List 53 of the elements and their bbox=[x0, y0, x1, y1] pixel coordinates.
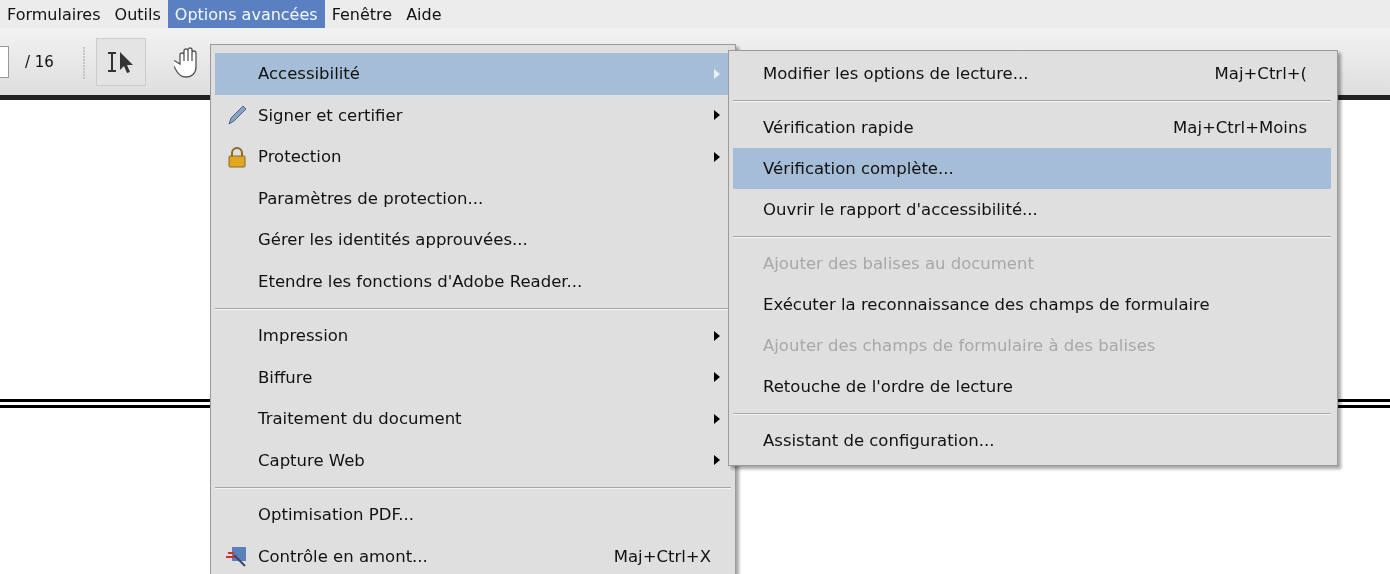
menu-bar-item[interactable]: Outils bbox=[107, 0, 168, 28]
menu-item[interactable]: Impression bbox=[215, 315, 731, 357]
menu-item-label: Paramètres de protection... bbox=[258, 188, 485, 208]
menu-bar-item[interactable]: Fenêtre bbox=[324, 0, 400, 28]
menu-bar-item[interactable]: Formulaires bbox=[0, 0, 108, 28]
menu-item-label: Capture Web bbox=[258, 450, 366, 470]
menu-item-label: Optimisation PDF... bbox=[258, 505, 415, 525]
menu-item-label: Exécuter la reconnaissance des champs de formulaire bbox=[762, 295, 1211, 314]
page-count: / 16 bbox=[25, 52, 54, 71]
menu-item[interactable]: Gérer les identités approuvées... bbox=[215, 219, 731, 261]
menu-bar-item[interactable]: Options avancées bbox=[167, 0, 325, 28]
menu-item[interactable]: Exécuter la reconnaissance des champs de formulaire bbox=[733, 284, 1331, 325]
menu-item[interactable]: Capture Web bbox=[215, 439, 731, 481]
shortcut-label: Maj+Ctrl+( bbox=[1214, 64, 1308, 83]
menu-item[interactable]: Paramètres de protection... bbox=[215, 177, 731, 219]
menu-bar-item[interactable]: Aide bbox=[399, 0, 449, 28]
menu-item[interactable]: Assistant de configuration... bbox=[733, 420, 1331, 461]
lock-icon bbox=[225, 145, 248, 168]
menu-item-label: Etendre les fonctions d'Adobe Reader... bbox=[258, 271, 584, 291]
page-number-field[interactable] bbox=[0, 45, 9, 78]
toolbar-grip-icon bbox=[81, 44, 86, 79]
menu-item-label: Assistant de configuration... bbox=[762, 431, 996, 450]
menu-item-label: Ouvrir le rapport d'accessibilité... bbox=[762, 200, 1039, 219]
menu-item[interactable]: Contrôle en amont... Maj+Ctrl+X bbox=[215, 535, 731, 574]
shortcut-label: Maj+Ctrl+Moins bbox=[1173, 118, 1308, 137]
menu-item-label: Signer et certifier bbox=[258, 105, 404, 125]
menu-item-label: Protection bbox=[258, 147, 343, 167]
select-tool-button[interactable] bbox=[95, 37, 146, 86]
preflight-icon bbox=[224, 545, 249, 568]
menu-item-label: Impression bbox=[258, 326, 350, 346]
menu-item-label: Retouche de l'ordre de lecture bbox=[762, 377, 1014, 396]
menu-item[interactable]: Protection bbox=[215, 136, 731, 178]
menu-item[interactable]: Optimisation PDF... bbox=[215, 494, 731, 536]
menu-item[interactable]: Ouvrir le rapport d'accessibilité... bbox=[733, 189, 1331, 230]
menu-item-label: Modifier les options de lecture... bbox=[762, 64, 1030, 83]
menu-item[interactable]: Vérification rapide Maj+Ctrl+Moins bbox=[733, 107, 1331, 148]
menu-item[interactable]: Biffure bbox=[215, 356, 731, 398]
pen-icon bbox=[225, 104, 248, 127]
menu-item[interactable]: Vérification complète... bbox=[733, 148, 1331, 189]
menu-item-label: Vérification rapide bbox=[762, 118, 915, 137]
menu-item[interactable]: Etendre les fonctions d'Adobe Reader... bbox=[215, 260, 731, 302]
menu-item-label: Contrôle en amont... bbox=[258, 546, 429, 566]
menu-item-label: Vérification complète... bbox=[762, 159, 955, 178]
menu-item-label: Biffure bbox=[258, 367, 314, 387]
menu-item[interactable]: Signer et certifier bbox=[215, 94, 731, 136]
menu-item[interactable]: Retouche de l'ordre de lecture bbox=[733, 366, 1331, 407]
menu-item-label: Accessibilité bbox=[258, 64, 361, 84]
menu-item-label: Gérer les identités approuvées... bbox=[258, 230, 529, 250]
menu-item[interactable]: Traitement du document bbox=[215, 398, 731, 440]
shortcut-label: Maj+Ctrl+X bbox=[613, 546, 712, 566]
menu-item[interactable]: Accessibilité bbox=[215, 53, 731, 95]
menu-item-label: Traitement du document bbox=[258, 409, 463, 429]
menu-item[interactable]: Modifier les options de lecture... Maj+Ctrl+( bbox=[733, 53, 1331, 94]
